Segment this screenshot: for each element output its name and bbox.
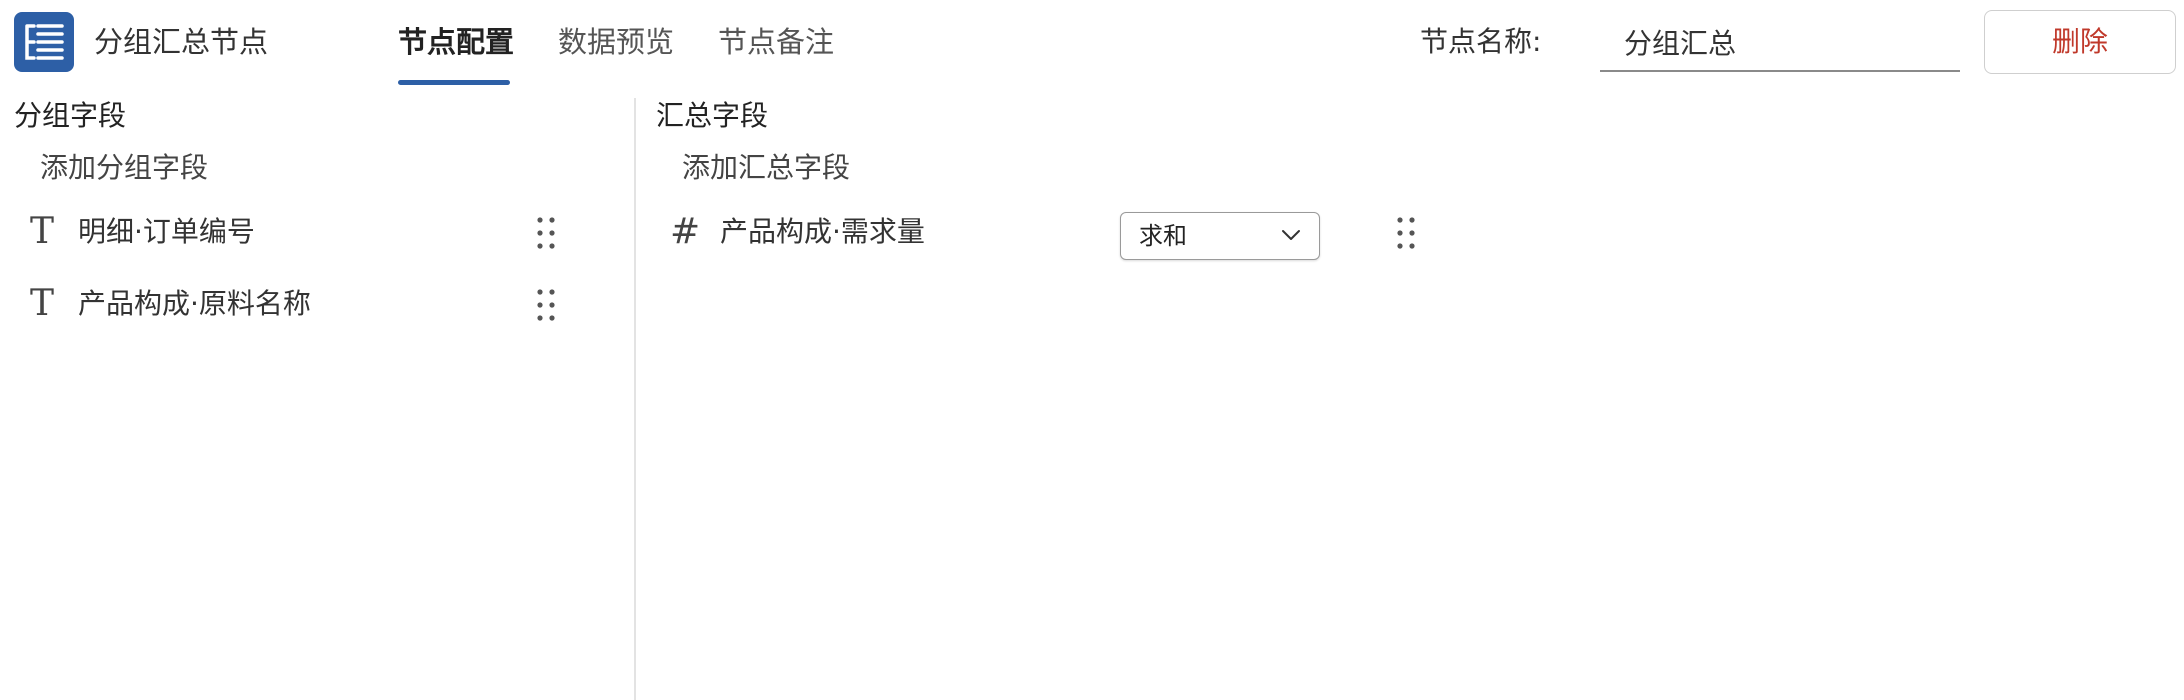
drag-handle-icon[interactable] — [536, 288, 556, 322]
node-name-label: 节点名称: — [1420, 25, 1542, 58]
node-title: 分组汇总节点 — [94, 25, 269, 59]
summary-field-label: 产品构成·需求量 — [720, 215, 925, 248]
chevron-down-icon — [1281, 227, 1301, 246]
add-group-field-button[interactable]: 添加分组字段 — [40, 148, 208, 188]
active-tab-indicator — [398, 80, 510, 85]
text-type-icon: T — [30, 283, 55, 324]
number-type-icon: # — [670, 211, 701, 252]
node-type-icon — [14, 12, 74, 72]
group-field-label: 产品构成·原料名称 — [78, 287, 311, 320]
group-field-label: 明细·订单编号 — [78, 215, 255, 248]
panel-divider — [634, 98, 636, 700]
group-field-row[interactable]: T 产品构成·原料名称 — [0, 274, 600, 334]
drag-handle-icon[interactable] — [1396, 216, 1416, 250]
group-field-row[interactable]: T 明细·订单编号 — [0, 202, 600, 262]
group-fields-title: 分组字段 — [14, 99, 127, 132]
aggregate-select[interactable]: 求和 — [1120, 212, 1320, 260]
node-name-input[interactable] — [1600, 14, 1960, 72]
tab-node-notes[interactable]: 节点备注 — [718, 22, 834, 62]
drag-handle-icon[interactable] — [536, 216, 556, 250]
add-summary-field-button[interactable]: 添加汇总字段 — [682, 148, 850, 188]
tab-node-config[interactable]: 节点配置 — [398, 22, 514, 62]
aggregate-select-value: 求和 — [1139, 222, 1187, 250]
tab-data-preview[interactable]: 数据预览 — [558, 22, 674, 62]
text-type-icon: T — [30, 211, 55, 252]
summary-fields-title: 汇总字段 — [656, 99, 769, 132]
summary-field-row[interactable]: # 产品构成·需求量 — [650, 202, 1440, 262]
delete-button[interactable]: 删除 — [1984, 10, 2176, 74]
